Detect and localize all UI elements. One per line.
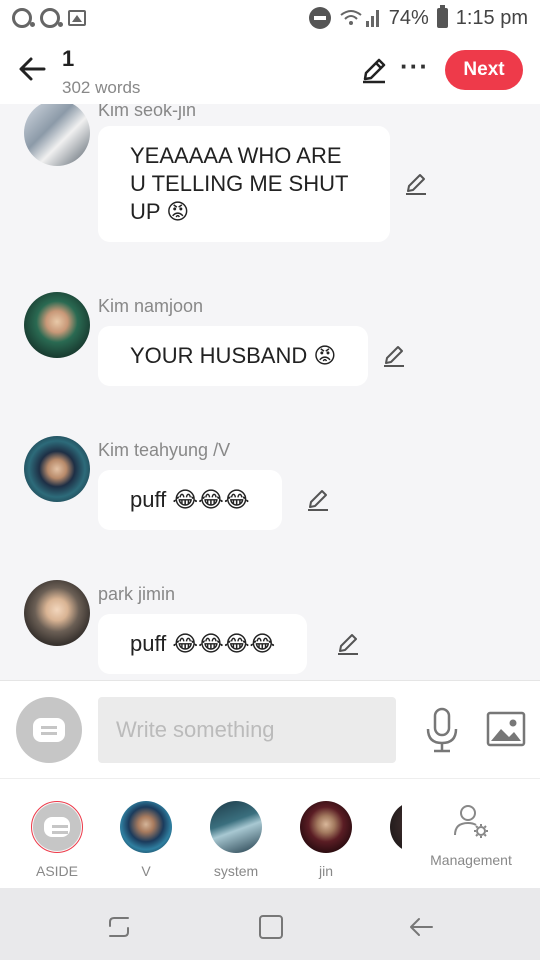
message-bubble[interactable]: puff 😂😂😂😂: [98, 614, 308, 674]
gallery-notification-icon: [68, 10, 86, 26]
recent-apps-icon[interactable]: [104, 912, 134, 942]
pencil-icon[interactable]: [360, 56, 388, 84]
character-name: Kim teahyung /V: [98, 440, 231, 460]
status-bar: 74% 1:15 pm: [0, 0, 540, 36]
character-system[interactable]: system: [196, 801, 276, 879]
character-v[interactable]: V: [106, 801, 186, 879]
person-gear-icon: [454, 805, 488, 838]
message-input[interactable]: [98, 697, 396, 763]
aside-toggle-button[interactable]: [16, 697, 82, 763]
character-partial[interactable]: [376, 801, 402, 853]
pencil-icon[interactable]: [404, 172, 428, 196]
avatar[interactable]: [24, 292, 90, 358]
chat-bubble-icon: [33, 718, 65, 742]
pencil-icon[interactable]: [382, 344, 406, 368]
character-name: park jimin: [98, 584, 176, 604]
character-label: jin: [318, 863, 333, 879]
top-bar: 1 302 words ··· Next: [0, 36, 540, 104]
next-button[interactable]: Next: [445, 50, 523, 90]
wifi-signal-icon: [340, 10, 379, 27]
battery-percent: 74%: [388, 6, 429, 29]
home-icon[interactable]: [256, 912, 286, 942]
message-bubble[interactable]: YEAAAAA WHO ARE U TELLING ME SHUT UP 😡: [98, 126, 390, 242]
notification-icon: [40, 8, 63, 28]
message-bubble[interactable]: YOUR HUSBAND 😡: [98, 326, 369, 386]
notification-icon: [12, 8, 35, 28]
battery-icon: [436, 5, 448, 28]
microphone-icon[interactable]: [424, 707, 460, 753]
avatar: [31, 801, 83, 853]
pencil-icon[interactable]: [306, 488, 330, 512]
character-name: Kim seok-jin: [98, 104, 197, 120]
avatar: [120, 801, 172, 853]
image-icon[interactable]: [486, 709, 526, 749]
avatar[interactable]: [24, 436, 90, 502]
do-not-disturb-icon: [308, 7, 331, 29]
chat-area[interactable]: Kim seok-jin YEAAAAA WHO ARE U TELLING M…: [0, 104, 540, 680]
word-count: 302 words: [62, 78, 141, 97]
system-nav-bar: [0, 888, 540, 960]
character-label: system: [213, 863, 259, 879]
pencil-icon[interactable]: [336, 632, 360, 656]
composer-bar: [0, 680, 540, 778]
character-label: V: [141, 863, 151, 879]
management-label: Management: [430, 852, 512, 868]
message-bubble[interactable]: puff 😂😂😂: [98, 470, 282, 530]
character-selector: ASIDE V system jin Management: [0, 778, 540, 889]
character-name: Kim namjoon: [98, 296, 204, 316]
back-icon[interactable]: [406, 912, 436, 942]
character-label: ASIDE: [35, 863, 78, 879]
avatar: [390, 801, 402, 853]
avatar: [210, 801, 262, 853]
management-button[interactable]: Management: [402, 779, 540, 889]
avatar[interactable]: [24, 104, 90, 166]
back-arrow-icon[interactable]: [16, 52, 50, 86]
page-title: 1: [62, 46, 75, 71]
avatar[interactable]: [24, 580, 90, 646]
character-jin[interactable]: jin: [286, 801, 366, 879]
avatar: [300, 801, 352, 853]
character-aside[interactable]: ASIDE: [17, 801, 97, 879]
clock: 1:15 pm: [455, 6, 528, 29]
chat-bubble-icon: [44, 817, 70, 837]
more-icon[interactable]: ···: [400, 53, 429, 79]
